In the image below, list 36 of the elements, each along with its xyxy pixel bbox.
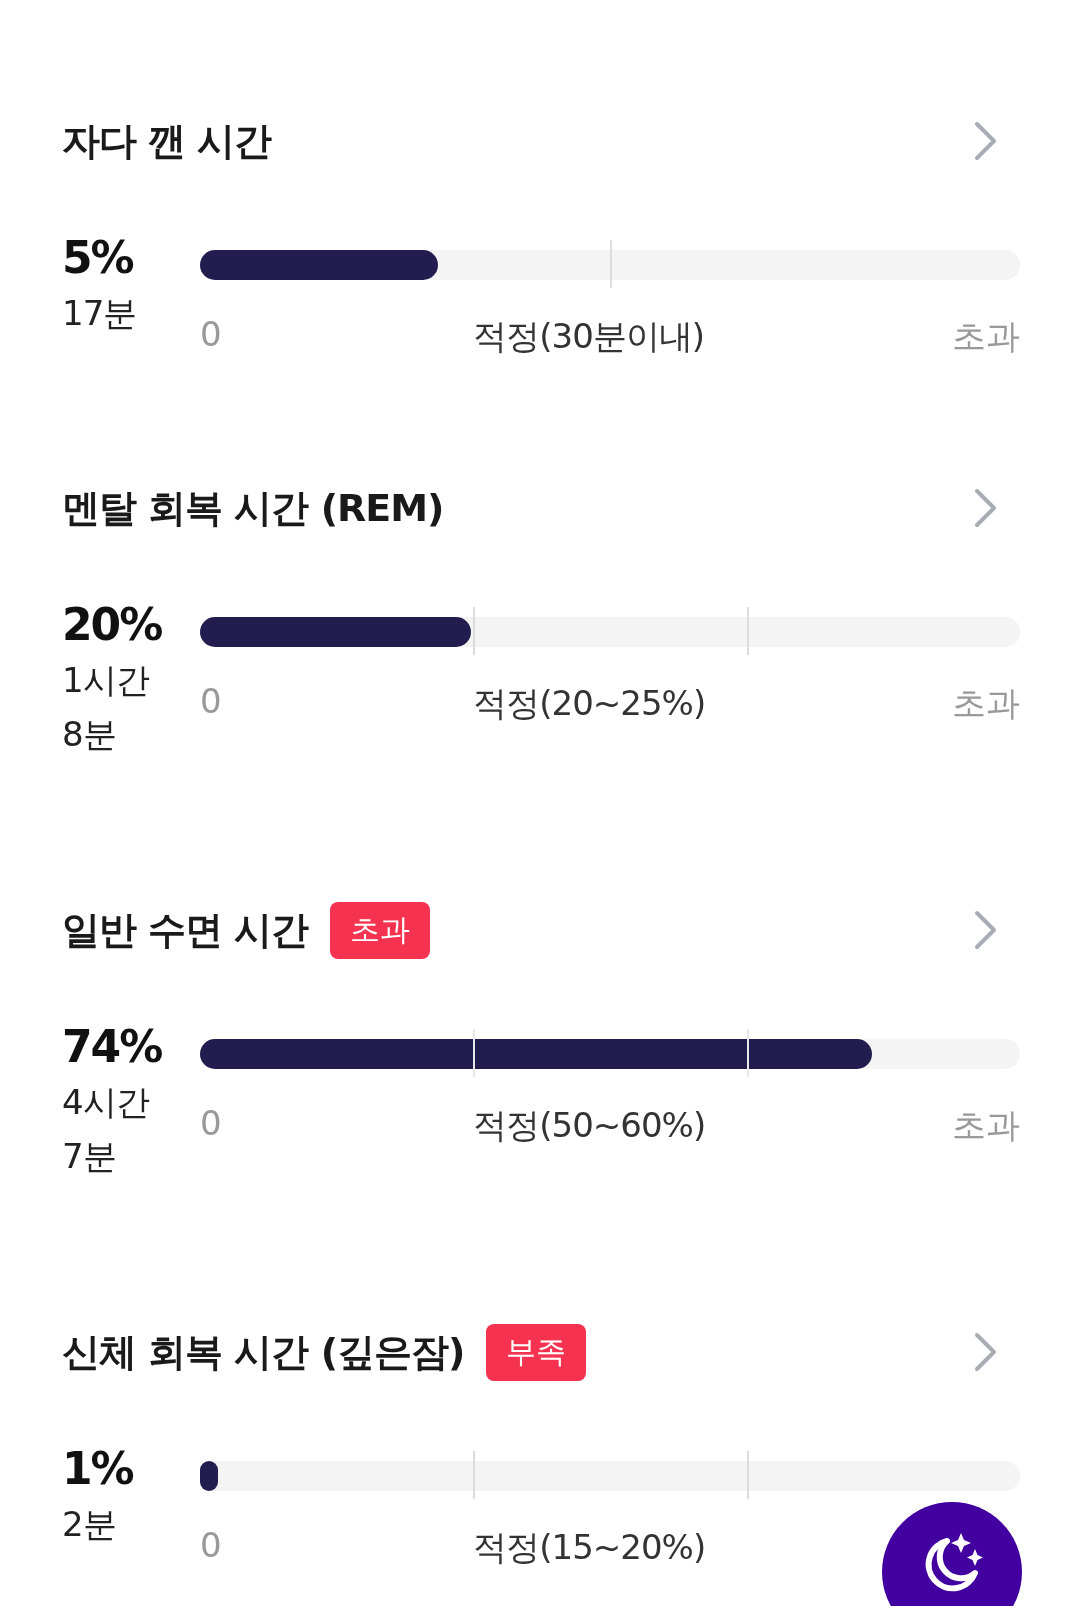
optimal-range-label: 적정(20~25%) <box>473 682 706 725</box>
range-tick <box>610 240 612 288</box>
optimal-range-label: 적정(50~60%) <box>473 1104 706 1147</box>
section-title: 신체 회복 시간 (깊은잠) <box>62 1328 465 1376</box>
percent-value: 74% <box>62 1020 163 1074</box>
duration-text: 1시간 8분 <box>62 659 150 756</box>
status-badge: 초과 <box>330 901 431 959</box>
axis-start-label: 0 <box>200 681 223 723</box>
axis-start-label: 0 <box>200 1103 223 1145</box>
range-tick <box>473 607 476 655</box>
range-tick <box>473 1029 476 1077</box>
percent-value: 20% <box>62 598 163 652</box>
percent-value: 1% <box>62 1442 134 1496</box>
chevron-right-icon[interactable] <box>974 488 998 528</box>
range-tick <box>746 1029 749 1077</box>
duration-text: 17분 <box>62 292 138 335</box>
axis-over-label: 초과 <box>952 682 1020 725</box>
range-tick <box>746 1451 749 1499</box>
chevron-right-icon[interactable] <box>974 121 998 161</box>
axis-start-label: 0 <box>200 314 223 356</box>
optimal-range-label: 적정(15~20%) <box>473 1526 706 1569</box>
section-title: 자다 깬 시간 <box>62 117 272 165</box>
axis-over-label: 초과 <box>952 1104 1020 1147</box>
axis-start-label: 0 <box>200 1525 223 1567</box>
optimal-range-label: 적정(30분이내) <box>473 315 705 358</box>
section-title: 멘탈 회복 시간 (REM) <box>62 484 444 532</box>
chevron-right-icon[interactable] <box>974 1332 998 1372</box>
duration-text: 2분 <box>62 1503 117 1546</box>
range-tick <box>746 607 749 655</box>
section-title: 일반 수면 시간 <box>62 906 309 954</box>
range-tick <box>473 1451 476 1499</box>
status-badge: 부족 <box>486 1323 587 1381</box>
chevron-right-icon[interactable] <box>974 910 998 950</box>
axis-over-label: 초과 <box>952 315 1020 358</box>
duration-text: 4시간 7분 <box>62 1081 150 1178</box>
percent-value: 5% <box>62 231 134 285</box>
